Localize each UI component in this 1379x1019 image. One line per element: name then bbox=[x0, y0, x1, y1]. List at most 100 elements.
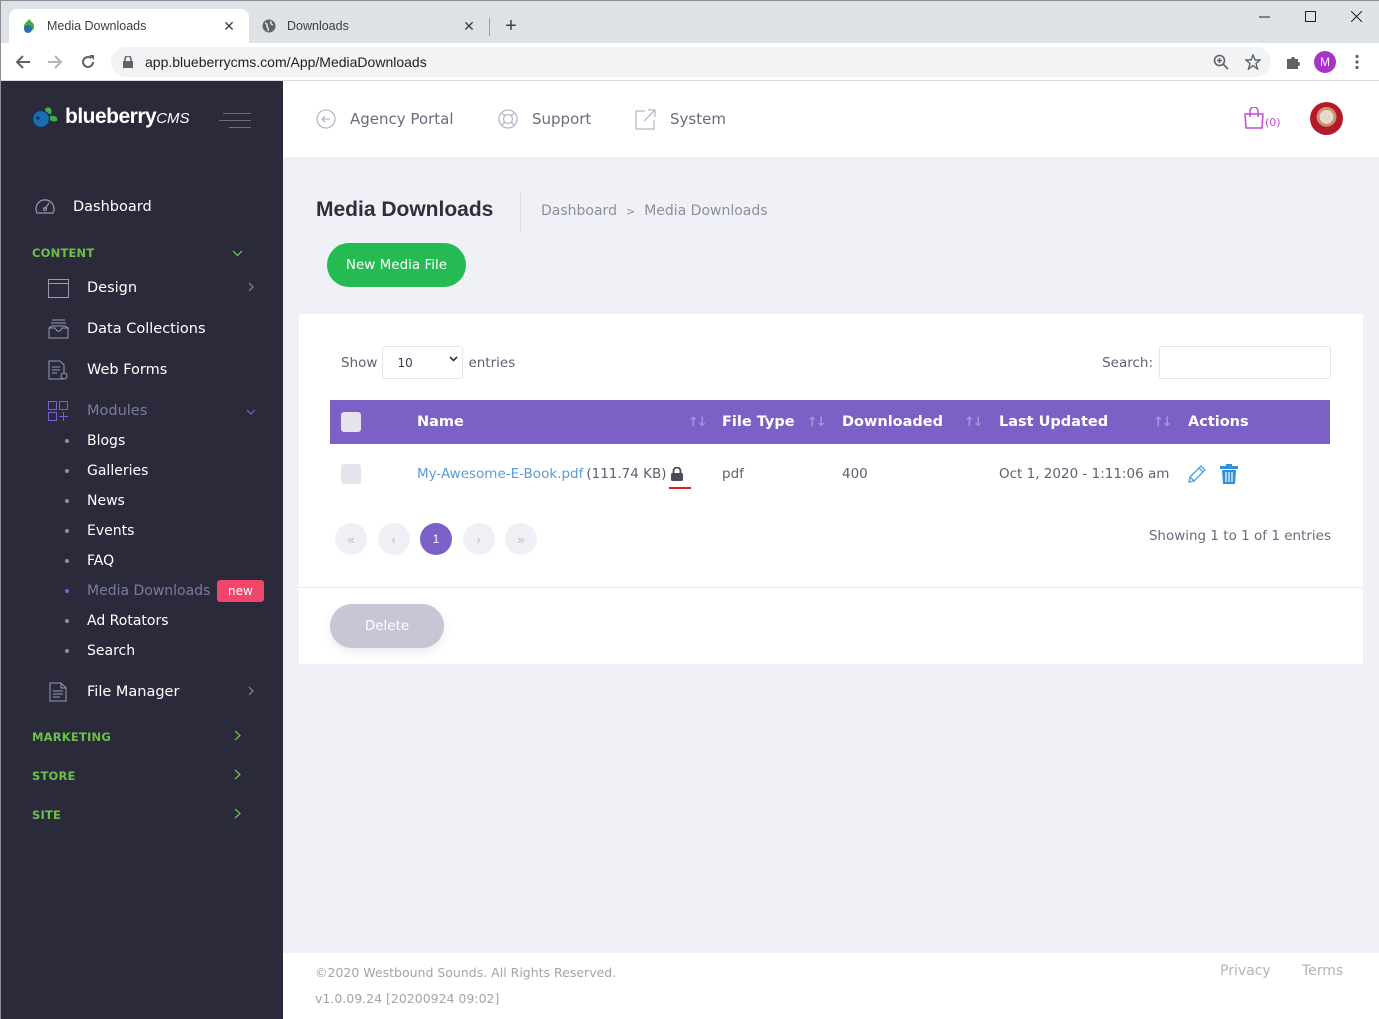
sidebar-subitem-blogs[interactable]: Blogs bbox=[1, 428, 283, 454]
section-label: MARKETING bbox=[32, 730, 111, 744]
sidebar-item-dashboard[interactable]: Dashboard bbox=[1, 190, 283, 224]
sidebar-section-store[interactable]: STORE bbox=[32, 766, 252, 786]
entries-label: entries bbox=[468, 354, 516, 371]
brand-name: blueberryCMS bbox=[65, 105, 190, 128]
sidebar-item-design[interactable]: Design bbox=[1, 271, 283, 305]
next-page-button[interactable]: › bbox=[462, 523, 495, 555]
sidebar-subitem-galleries[interactable]: Galleries bbox=[1, 458, 283, 484]
new-media-file-button[interactable]: New Media File bbox=[327, 243, 466, 287]
sidebar-subitem-media-downloads[interactable]: Media Downloads new bbox=[1, 578, 283, 604]
trash-icon[interactable] bbox=[1218, 463, 1240, 485]
speedometer-icon bbox=[34, 196, 56, 218]
sidebar-item-data-collections[interactable]: Data Collections bbox=[1, 312, 283, 346]
sort-icon[interactable]: ↑↓ bbox=[807, 400, 827, 444]
breadcrumb-current: Media Downloads bbox=[644, 203, 768, 219]
first-page-button[interactable]: « bbox=[335, 523, 367, 555]
agency-portal-link[interactable]: Agency Portal bbox=[314, 107, 454, 131]
back-button[interactable] bbox=[9, 48, 37, 76]
tab-downloads[interactable]: Downloads ✕ bbox=[249, 9, 489, 43]
minimize-button[interactable] bbox=[1241, 1, 1287, 31]
terms-link[interactable]: Terms bbox=[1302, 963, 1343, 979]
sidebar-subitem-search[interactable]: Search bbox=[1, 638, 283, 664]
column-header-downloaded[interactable]: Downloaded bbox=[842, 400, 943, 444]
modules-grid-icon bbox=[47, 400, 69, 422]
browser-toolbar: app.blueberrycms.com/App/MediaDownloads … bbox=[1, 43, 1379, 81]
close-window-button[interactable] bbox=[1333, 1, 1379, 31]
sort-icon[interactable]: ↑↓ bbox=[688, 400, 708, 444]
media-table-card: Show 10 entries Search: Name ↑↓ File Typ… bbox=[299, 314, 1363, 664]
previous-page-button[interactable]: ‹ bbox=[377, 523, 410, 555]
search-input[interactable] bbox=[1159, 346, 1331, 379]
sidebar-toggle-icon[interactable] bbox=[219, 111, 251, 131]
privacy-link[interactable]: Privacy bbox=[1220, 963, 1271, 979]
system-label: System bbox=[670, 110, 726, 128]
arrow-right-icon bbox=[48, 55, 63, 69]
sidebar-subitem-faq[interactable]: FAQ bbox=[1, 548, 283, 574]
select-all-checkbox[interactable] bbox=[341, 412, 361, 432]
sidebar-item-label: Modules bbox=[87, 403, 148, 419]
sidebar-section-marketing[interactable]: MARKETING bbox=[32, 727, 252, 747]
column-header-name[interactable]: Name bbox=[417, 400, 464, 444]
last-page-button[interactable]: » bbox=[505, 523, 537, 555]
version-text: v1.0.09.24 [20200924 09:02] bbox=[315, 991, 500, 1006]
maximize-icon bbox=[1304, 10, 1316, 22]
new-tab-button[interactable]: + bbox=[499, 14, 523, 38]
table-header: Name ↑↓ File Type ↑↓ Downloaded ↑↓ Last … bbox=[330, 400, 1330, 444]
bullet-icon bbox=[65, 499, 69, 503]
sidebar-item-file-manager[interactable]: File Manager bbox=[1, 675, 283, 709]
sidebar-item-modules[interactable]: Modules bbox=[1, 394, 283, 428]
chevron-right-icon bbox=[234, 730, 241, 744]
reload-button[interactable] bbox=[74, 48, 102, 76]
row-checkbox[interactable] bbox=[341, 464, 361, 484]
page-1-button[interactable]: 1 bbox=[420, 523, 452, 555]
page-length-select[interactable]: 10 bbox=[382, 346, 464, 379]
sidebar-subitem-events[interactable]: Events bbox=[1, 518, 283, 544]
title-divider bbox=[520, 191, 521, 231]
close-tab-icon[interactable]: ✕ bbox=[221, 18, 237, 34]
maximize-button[interactable] bbox=[1287, 1, 1333, 31]
browser-menu-icon[interactable] bbox=[1343, 48, 1371, 76]
delete-button[interactable]: Delete bbox=[330, 604, 444, 648]
zoom-icon[interactable] bbox=[1206, 47, 1236, 77]
footer: ©2020 Westbound Sounds. All Rights Reser… bbox=[283, 953, 1379, 1019]
address-bar[interactable]: app.blueberrycms.com/App/MediaDownloads bbox=[111, 47, 1271, 77]
sidebar-item-web-forms[interactable]: Web Forms bbox=[1, 353, 283, 387]
sidebar-subitem-ad-rotators[interactable]: Ad Rotators bbox=[1, 608, 283, 634]
file-type-cell: pdf bbox=[722, 466, 744, 482]
bullet-icon bbox=[65, 559, 69, 563]
column-header-last-updated[interactable]: Last Updated bbox=[999, 400, 1108, 444]
circle-arrow-left-icon bbox=[314, 107, 338, 131]
close-icon bbox=[1350, 10, 1362, 22]
close-tab-icon[interactable]: ✕ bbox=[461, 18, 477, 34]
sidebar-subitem-label: Ad Rotators bbox=[87, 613, 169, 629]
file-name-cell: My-Awesome-E-Book.pdf (111.74 KB) bbox=[417, 449, 691, 499]
brand-logo[interactable]: blueberryCMS bbox=[31, 105, 190, 129]
bookmark-star-icon[interactable] bbox=[1238, 47, 1268, 77]
user-avatar[interactable] bbox=[1310, 102, 1343, 135]
sidebar-subitem-label: FAQ bbox=[87, 553, 115, 569]
sidebar-section-site[interactable]: SITE bbox=[32, 805, 252, 825]
show-label: Show bbox=[341, 354, 378, 371]
sort-icon[interactable]: ↑↓ bbox=[1153, 400, 1173, 444]
file-name-link[interactable]: My-Awesome-E-Book.pdf bbox=[417, 466, 583, 482]
sort-icon[interactable]: ↑↓ bbox=[964, 400, 984, 444]
system-link[interactable]: System bbox=[634, 107, 726, 131]
extensions-puzzle-icon[interactable] bbox=[1279, 48, 1307, 76]
page-title: Media Downloads bbox=[316, 198, 494, 221]
tab-media-downloads[interactable]: Media Downloads ✕ bbox=[9, 9, 249, 43]
cart-button[interactable]: (0) bbox=[1243, 107, 1281, 129]
browser-tab-strip: Media Downloads ✕ Downloads ✕ + bbox=[1, 1, 1379, 43]
forward-button[interactable] bbox=[41, 48, 69, 76]
browser-window-icon bbox=[47, 277, 69, 299]
edit-pencil-icon[interactable] bbox=[1186, 463, 1208, 485]
bullet-icon bbox=[65, 439, 69, 443]
column-header-file-type[interactable]: File Type bbox=[722, 400, 795, 444]
tab-title: Downloads bbox=[287, 19, 349, 33]
sidebar-subitem-news[interactable]: News bbox=[1, 488, 283, 514]
support-link[interactable]: Support bbox=[496, 107, 591, 131]
bullet-icon bbox=[65, 589, 69, 593]
sidebar-section-content[interactable]: CONTENT bbox=[32, 243, 252, 263]
breadcrumb-dashboard-link[interactable]: Dashboard bbox=[541, 203, 617, 219]
profile-button[interactable]: M bbox=[1311, 48, 1339, 76]
sidebar-subitem-label: Galleries bbox=[87, 463, 149, 479]
